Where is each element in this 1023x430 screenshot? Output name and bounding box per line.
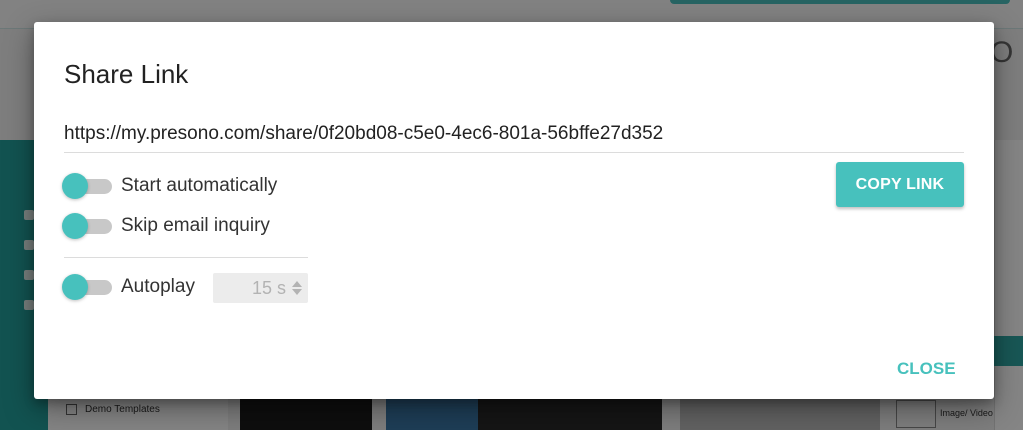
toggle-thumb — [62, 274, 88, 300]
chevron-up-icon[interactable] — [292, 281, 302, 287]
share-url-field — [64, 120, 964, 153]
share-url-input[interactable] — [64, 120, 964, 148]
share-link-dialog: Share Link COPY LINK Start automatically… — [34, 22, 994, 399]
stepper-arrows — [292, 281, 302, 295]
toggle-row-skip-email-inquiry: Skip email inquiry — [62, 211, 270, 241]
skip-email-inquiry-toggle[interactable] — [62, 213, 112, 239]
autoplay-seconds-value: 15 s — [251, 277, 286, 298]
autoplay-toggle[interactable] — [62, 274, 112, 300]
toggle-row-autoplay: Autoplay — [62, 272, 195, 302]
toggle-row-start-automatically: Start automatically — [62, 171, 277, 201]
autoplay-seconds-stepper[interactable]: 15 s — [213, 273, 308, 303]
autoplay-label: Autoplay — [121, 276, 195, 297]
toggle-thumb — [62, 173, 88, 199]
options-divider — [64, 257, 308, 258]
dialog-title: Share Link — [64, 59, 189, 89]
start-automatically-label: Start automatically — [121, 175, 278, 196]
toggle-thumb — [62, 213, 88, 239]
chevron-down-icon[interactable] — [292, 289, 302, 295]
start-automatically-toggle[interactable] — [62, 173, 112, 199]
skip-email-inquiry-label: Skip email inquiry — [121, 215, 270, 236]
close-button[interactable]: CLOSE — [889, 354, 964, 384]
copy-link-button[interactable]: COPY LINK — [836, 162, 964, 207]
